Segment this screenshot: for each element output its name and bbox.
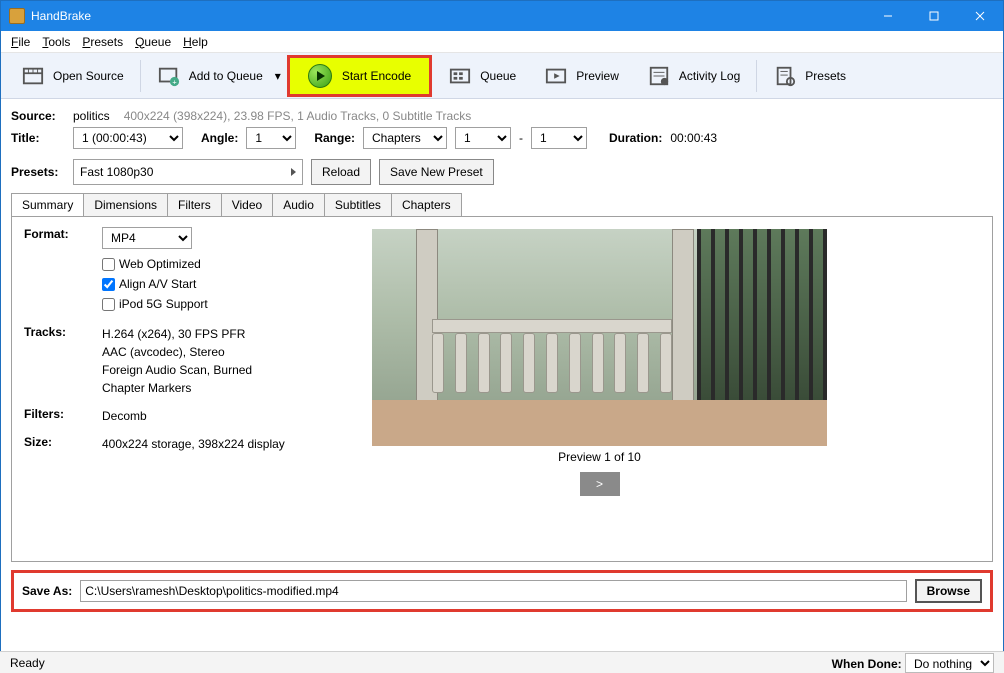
title-select[interactable]: 1 (00:00:43) — [73, 127, 183, 149]
maximize-button[interactable] — [911, 1, 957, 31]
angle-select[interactable]: 1 — [246, 127, 296, 149]
tab-summary[interactable]: Summary — [11, 193, 84, 216]
queue-icon — [448, 64, 472, 88]
size-value: 400x224 storage, 398x224 display — [102, 435, 334, 453]
activity-log-label: Activity Log — [679, 69, 740, 83]
play-icon — [308, 64, 332, 88]
format-select[interactable]: MP4 — [102, 227, 192, 249]
ipod-checkbox[interactable] — [102, 298, 115, 311]
presets-label: Presets: — [11, 165, 65, 179]
tab-dimensions[interactable]: Dimensions — [83, 193, 168, 216]
start-encode-highlight: Start Encode — [287, 55, 432, 97]
tab-chapters[interactable]: Chapters — [391, 193, 462, 216]
start-encode-button[interactable]: Start Encode — [290, 58, 429, 94]
preset-selector[interactable]: Fast 1080p30 — [73, 159, 303, 185]
add-to-queue-label: Add to Queue — [189, 69, 263, 83]
menu-presets[interactable]: Presets — [78, 33, 127, 51]
ipod-label: iPod 5G Support — [119, 295, 208, 313]
source-meta: 400x224 (398x224), 23.98 FPS, 1 Audio Tr… — [124, 109, 472, 123]
minimize-button[interactable] — [865, 1, 911, 31]
save-new-preset-button[interactable]: Save New Preset — [379, 159, 494, 185]
when-done-select[interactable]: Do nothing — [905, 653, 994, 673]
tabs: Summary Dimensions Filters Video Audio S… — [11, 193, 993, 216]
menu-queue[interactable]: Queue — [131, 33, 175, 51]
range-to-select[interactable]: 1 — [531, 127, 587, 149]
preview-button[interactable]: Preview — [530, 53, 633, 99]
menubar: File Tools Presets Queue Help — [1, 31, 1003, 53]
toolbar: Open Source + Add to Queue ▾ Start Encod… — [1, 53, 1003, 99]
chevron-right-icon — [291, 168, 296, 176]
close-button[interactable] — [957, 1, 1003, 31]
status-bar: Ready When Done: Do nothing — [0, 651, 1004, 673]
preview-image — [372, 229, 827, 446]
presets-toolbar-label: Presets — [805, 69, 846, 83]
align-av-label: Align A/V Start — [119, 275, 196, 293]
range-dash: - — [519, 131, 523, 145]
web-optimized-label: Web Optimized — [119, 255, 201, 273]
open-source-label: Open Source — [53, 69, 124, 83]
menu-file[interactable]: File — [7, 33, 34, 51]
add-queue-icon: + — [157, 64, 181, 88]
tab-audio[interactable]: Audio — [272, 193, 325, 216]
queue-label: Queue — [480, 69, 516, 83]
menu-help[interactable]: Help — [179, 33, 212, 51]
preset-selected: Fast 1080p30 — [80, 165, 153, 179]
tab-video[interactable]: Video — [221, 193, 273, 216]
app-icon — [9, 8, 25, 24]
source-label: Source: — [11, 109, 65, 123]
start-encode-label: Start Encode — [342, 69, 411, 83]
filters-value: Decomb — [102, 407, 334, 425]
web-optimized-checkbox[interactable] — [102, 258, 115, 271]
source-name: politics — [73, 109, 110, 123]
add-to-queue-button[interactable]: + Add to Queue — [143, 53, 277, 99]
save-as-label: Save As: — [22, 584, 72, 598]
reload-button[interactable]: Reload — [311, 159, 371, 185]
range-mode-select[interactable]: Chapters — [363, 127, 447, 149]
format-label: Format: — [24, 227, 102, 315]
align-av-checkbox[interactable] — [102, 278, 115, 291]
tab-panel-summary: Format: MP4 Web Optimized Align A/V Star… — [11, 216, 993, 562]
queue-button[interactable]: Queue — [434, 53, 530, 99]
titlebar: HandBrake — [1, 1, 1003, 31]
preview-next-button[interactable]: > — [580, 472, 620, 496]
film-icon — [21, 64, 45, 88]
filters-label: Filters: — [24, 407, 102, 425]
duration-label: Duration: — [609, 131, 662, 145]
presets-icon — [773, 64, 797, 88]
svg-text:+: + — [172, 77, 176, 86]
preview-label: Preview — [576, 69, 619, 83]
when-done-label: When Done: — [832, 657, 902, 671]
window-title: HandBrake — [31, 9, 865, 23]
status-ready: Ready — [10, 656, 45, 670]
duration-value: 00:00:43 — [670, 131, 717, 145]
tracks-label: Tracks: — [24, 325, 102, 397]
range-from-select[interactable]: 1 — [455, 127, 511, 149]
title-label: Title: — [11, 131, 65, 145]
activity-log-button[interactable]: Activity Log — [633, 53, 754, 99]
angle-label: Angle: — [201, 131, 238, 145]
tab-subtitles[interactable]: Subtitles — [324, 193, 392, 216]
preview-icon — [544, 64, 568, 88]
size-label: Size: — [24, 435, 102, 453]
save-as-highlight: Save As: Browse — [11, 570, 993, 612]
tracks-values: H.264 (x264), 30 FPS PFR AAC (avcodec), … — [102, 325, 334, 397]
activity-log-icon — [647, 64, 671, 88]
save-as-input[interactable] — [80, 580, 906, 602]
tab-filters[interactable]: Filters — [167, 193, 222, 216]
open-source-button[interactable]: Open Source — [7, 53, 138, 99]
range-label: Range: — [314, 131, 355, 145]
presets-button[interactable]: Presets — [759, 53, 860, 99]
browse-button[interactable]: Browse — [915, 579, 982, 603]
menu-tools[interactable]: Tools — [38, 33, 74, 51]
preview-caption: Preview 1 of 10 — [372, 450, 827, 464]
